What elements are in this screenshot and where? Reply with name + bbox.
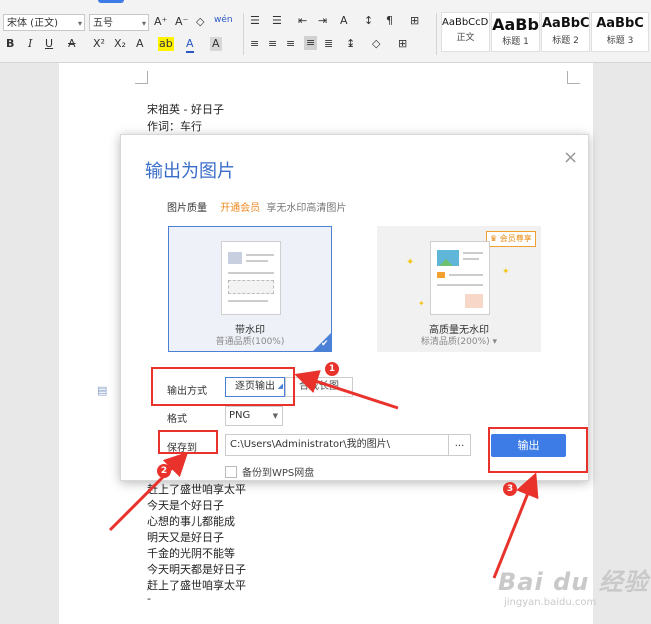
arrow-to-output-mode [294, 370, 399, 410]
step-badge-1: 1 [325, 362, 339, 376]
step-badge-2: 2 [157, 464, 171, 478]
annotation-arrows [108, 370, 539, 579]
step-badge-3: 3 [503, 482, 517, 496]
arrow-to-save-to [108, 451, 189, 532]
